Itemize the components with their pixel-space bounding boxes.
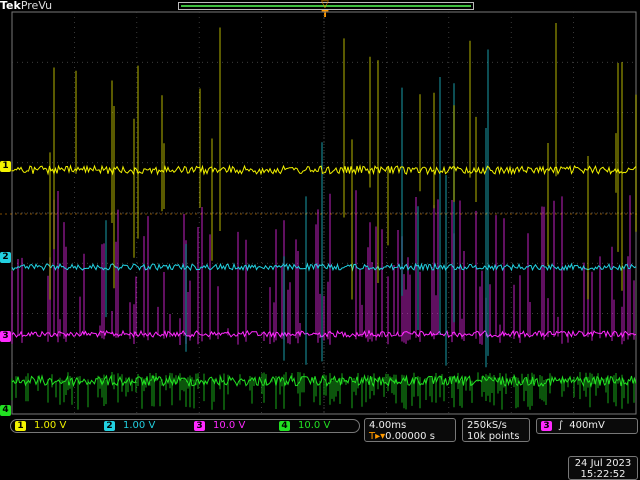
trigger-readout[interactable]: 3 ∫ 400mV [536, 418, 638, 434]
channel-2-scale: 1.00 V [123, 420, 156, 431]
channel-4-marker[interactable]: 4 [0, 405, 11, 416]
rising-edge-icon: ∫ [558, 420, 564, 431]
channel-1-readout[interactable]: 1 1.00 V [15, 420, 66, 432]
record-length: 10k points [467, 431, 520, 442]
channel-scale-bar: 1 1.00 V 2 1.00 V 3 10.0 V 4 10.0 V [10, 419, 360, 433]
trigger-source-badge: 3 [541, 421, 552, 431]
trigger-level: 400mV [569, 420, 605, 431]
date-label: 24 Jul 2023 [574, 458, 632, 469]
trigger-position-readout: T▸▾0.00000 s [369, 431, 435, 442]
channel-1-scale: 1.00 V [34, 420, 67, 431]
channel-2-marker[interactable]: 2 [0, 252, 11, 263]
channel-3-badge: 3 [194, 421, 205, 431]
channel-4-readout[interactable]: 4 10.0 V [279, 420, 330, 432]
waveform-display[interactable] [0, 0, 640, 480]
channel-3-readout[interactable]: 3 10.0 V [194, 420, 245, 432]
acquisition-readout[interactable]: 250kS/s 10k points [462, 418, 530, 442]
timebase-readout[interactable]: 4.00ms T▸▾0.00000 s [364, 418, 456, 442]
trigger-offset-icon: T▸▾ [369, 431, 386, 442]
channel-3-marker[interactable]: 3 [0, 331, 11, 342]
channel-4-badge: 4 [279, 421, 290, 431]
channel-3-scale: 10.0 V [213, 420, 246, 431]
oscilloscope-screen: TekPreVu ▽ T 1 2 3 4 1 1.00 V 2 1.00 V 3 10.… [0, 0, 640, 480]
time-label: 15:22:52 [580, 469, 626, 480]
date-time-readout: 24 Jul 2023 15:22:52 [568, 456, 638, 480]
sample-rate: 250kS/s [467, 420, 507, 431]
channel-2-badge: 2 [104, 421, 115, 431]
horizontal-scale: 4.00ms [369, 420, 407, 431]
channel-2-readout[interactable]: 2 1.00 V [104, 420, 155, 432]
channel-1-marker[interactable]: 1 [0, 161, 11, 172]
channel-1-badge: 1 [15, 421, 26, 431]
channel-4-scale: 10.0 V [298, 420, 331, 431]
channel-4-trace [11, 372, 637, 410]
